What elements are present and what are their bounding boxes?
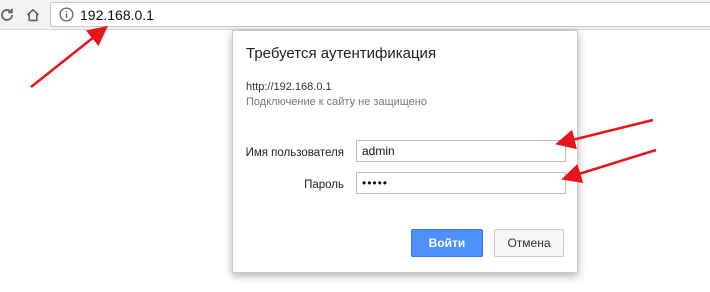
- cancel-button[interactable]: Отмена: [494, 229, 564, 257]
- arrow-to-password: [561, 148, 657, 184]
- password-label: Пароль: [304, 179, 344, 191]
- address-bar[interactable]: 192.168.0.1: [50, 2, 710, 27]
- password-input[interactable]: •••••: [356, 172, 566, 194]
- dialog-title: Требуется аутентификация: [246, 45, 437, 62]
- dialog-insecure-warning: Подключение к сайту не защищено: [246, 96, 427, 108]
- username-label: Имя пользователя: [245, 147, 344, 159]
- auth-dialog: Требуется аутентификация http://192.168.…: [232, 30, 578, 273]
- arrow-to-url: [30, 25, 108, 88]
- url-text: 192.168.0.1: [80, 6, 154, 23]
- username-input[interactable]: admin: [356, 140, 566, 162]
- home-icon[interactable]: [22, 4, 44, 26]
- browser-toolbar: 192.168.0.1: [0, 0, 710, 30]
- reload-icon[interactable]: [0, 4, 18, 26]
- login-button[interactable]: Войти: [411, 229, 483, 257]
- dialog-site-url: http://192.168.0.1: [246, 81, 332, 93]
- info-icon[interactable]: [58, 7, 74, 23]
